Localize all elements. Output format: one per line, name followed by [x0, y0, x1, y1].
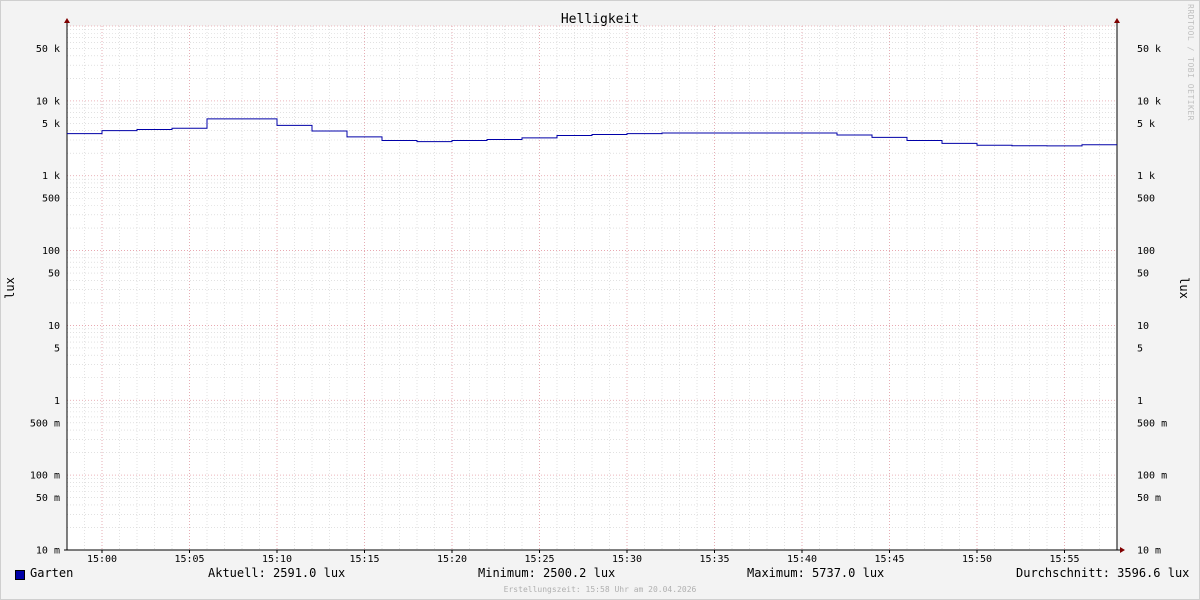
x-tick-label: 15:15 — [349, 554, 379, 565]
y-axis-label-right: lux — [1177, 277, 1191, 299]
legend-maximum: Maximum: 5737.0 lux — [747, 566, 885, 580]
x-tick-label: 15:10 — [262, 554, 292, 565]
x-tick-label: 15:50 — [962, 554, 992, 565]
legend-average: Durchschnitt: 3596.6 lux — [1016, 566, 1190, 580]
y-tick-label-right: 500 — [1137, 194, 1155, 205]
legend-series-name: Garten — [30, 566, 74, 580]
creation-time-footer: Erstellungszeit: 15:58 Uhr am 20.04.2026 — [503, 585, 697, 594]
x-tick-label: 15:05 — [174, 554, 204, 565]
y-tick-label-left: 5 — [54, 343, 60, 354]
y-tick-label-left: 100 m — [30, 471, 60, 482]
x-tick-label: 15:20 — [437, 554, 467, 565]
y-tick-label-right: 5 k — [1137, 119, 1155, 130]
y-tick-label-left: 10 — [48, 321, 60, 332]
y-tick-label-right: 1 — [1137, 396, 1143, 407]
y-tick-label-right: 100 m — [1137, 471, 1167, 482]
chart-title: Helligkeit — [561, 12, 639, 27]
y-tick-label-right: 1 k — [1137, 171, 1155, 182]
y-axis-arrow-right — [1114, 18, 1120, 23]
y-tick-label-left: 1 — [54, 396, 60, 407]
x-tick-label: 15:40 — [787, 554, 817, 565]
y-tick-label-right: 100 — [1137, 246, 1155, 257]
y-tick-label-right: 5 — [1137, 343, 1143, 354]
y-tick-label-right: 500 m — [1137, 418, 1167, 429]
y-tick-label-right: 50 — [1137, 269, 1149, 280]
y-tick-label-right: 10 m — [1137, 546, 1161, 557]
y-tick-label-left: 500 m — [30, 418, 60, 429]
y-tick-label-left: 5 k — [42, 119, 60, 130]
legend-current: Aktuell: 2591.0 lux — [208, 566, 346, 580]
y-tick-label-left: 50 k — [36, 44, 60, 55]
x-tick-label: 15:25 — [524, 554, 554, 565]
y-tick-label-left: 50 — [48, 269, 60, 280]
x-axis-arrow — [1120, 547, 1125, 553]
brightness-chart: 15:00 15:05 15:10 15:15 15:20 15:25 15:30 15:35… — [3, 12, 1191, 565]
y-tick-label-left: 10 m — [36, 546, 60, 557]
y-tick-label-right: 50 k — [1137, 44, 1161, 55]
x-tick-label: 15:35 — [699, 554, 729, 565]
y-tick-label-right: 50 m — [1137, 493, 1161, 504]
y-tick-label-left: 50 m — [36, 493, 60, 504]
x-tick-label: 15:00 — [87, 554, 117, 565]
y-tick-label-left: 100 — [42, 246, 60, 257]
y-tick-label-left: 10 k — [36, 96, 60, 107]
x-tick-label: 15:30 — [612, 554, 642, 565]
y-tick-label-left: 500 — [42, 194, 60, 205]
x-tick-label: 15:45 — [874, 554, 904, 565]
watermark: RRDTOOL / TOBI OETIKER — [1186, 4, 1195, 121]
x-tick-label: 15:55 — [1049, 554, 1079, 565]
legend-minimum: Minimum: 2500.2 lux — [478, 566, 616, 580]
legend: Garten Aktuell: 2591.0 lux Minimum: 2500… — [0, 566, 1200, 584]
y-tick-label-right: 10 k — [1137, 96, 1161, 107]
y-tick-label-right: 10 — [1137, 321, 1149, 332]
y-tick-label-left: 1 k — [42, 171, 60, 182]
y-axis-label-left: lux — [3, 277, 17, 299]
y-axis-arrow-left — [64, 18, 70, 23]
